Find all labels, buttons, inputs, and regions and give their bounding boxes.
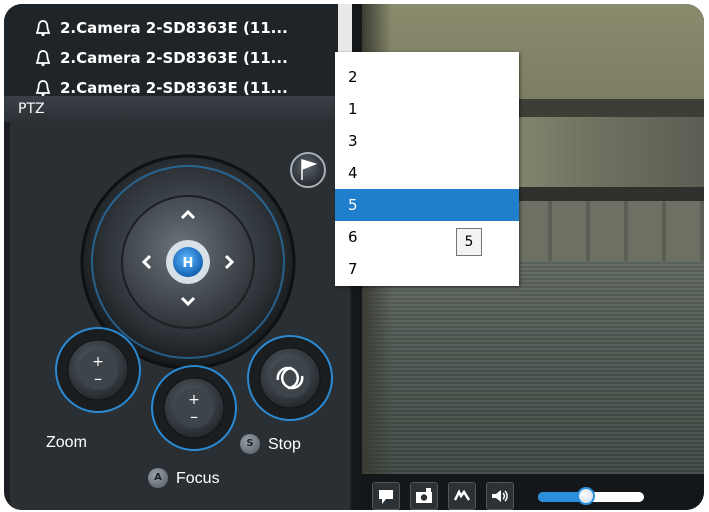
preset-dropdown[interactable]: 2 1 3 4 5 6 7 <box>335 52 519 286</box>
preset-option[interactable]: 3 <box>335 125 519 157</box>
camera-name: 2.Camera 2-SD8363E (11... <box>60 49 288 67</box>
home-button-label: H <box>183 256 194 271</box>
microphone-icon <box>453 489 471 501</box>
preset-option-label: 3 <box>348 132 358 150</box>
volume-slider-thumb[interactable] <box>576 487 595 505</box>
zoom-out-icon[interactable]: – <box>94 369 102 388</box>
camera-list-item[interactable]: 2.Camera 2-SD8363E (11... <box>34 76 288 96</box>
preset-option-label: 6 <box>348 228 358 246</box>
zoom-in-icon[interactable]: + <box>92 354 104 370</box>
camera-icon <box>416 488 432 503</box>
focus-shortcut-icon: A <box>148 468 168 488</box>
stop-label[interactable]: Stop <box>268 436 301 454</box>
preset-option[interactable]: 2 <box>335 61 519 93</box>
app-window: 2.Camera 2-SD8363E (11... 2.Camera 2-SD8… <box>4 4 704 510</box>
stop-shortcut-icon: S <box>240 434 260 454</box>
camera-name: 2.Camera 2-SD8363E (11... <box>60 19 288 37</box>
preset-option-label: 5 <box>348 196 358 214</box>
preset-option-label: 2 <box>348 68 358 86</box>
preset-option[interactable]: 4 <box>335 157 519 189</box>
focus-label: Focus <box>176 470 220 487</box>
camera-name: 2.Camera 2-SD8363E (11... <box>60 79 288 96</box>
preset-tooltip: 5 <box>456 228 482 256</box>
preset-option[interactable]: 6 <box>335 221 519 253</box>
camera-list-item[interactable]: 2.Camera 2-SD8363E (11... <box>34 46 288 70</box>
speaker-icon <box>492 490 508 502</box>
focus-near-icon[interactable]: + <box>188 392 200 408</box>
speech-bubble-icon <box>379 490 393 504</box>
preset-option[interactable]: 1 <box>335 93 519 125</box>
ptz-title: PTZ <box>18 101 45 117</box>
ptz-header: PTZ <box>4 96 352 122</box>
camera-list-item[interactable]: 2.Camera 2-SD8363E (11... <box>34 16 288 40</box>
ptz-panel: H + – + – Zoom S Stop A Focus <box>10 122 350 510</box>
rotate-control[interactable] <box>247 335 333 421</box>
volume-button[interactable] <box>486 482 514 510</box>
video-floor-area <box>362 261 704 474</box>
bell-icon <box>35 50 51 67</box>
talk-button[interactable] <box>448 482 476 510</box>
speech-button[interactable] <box>372 482 400 510</box>
snapshot-button[interactable] <box>410 482 438 510</box>
volume-slider[interactable] <box>538 487 644 505</box>
bell-icon <box>35 80 51 96</box>
preset-option[interactable]: 5 <box>335 189 519 221</box>
bell-icon <box>35 20 51 37</box>
preset-option-label: 1 <box>348 100 358 118</box>
preset-option-label: 7 <box>348 260 358 278</box>
camera-list: 2.Camera 2-SD8363E (11... 2.Camera 2-SD8… <box>4 4 352 96</box>
focus-far-icon[interactable]: – <box>190 407 198 426</box>
zoom-control[interactable]: + – <box>55 327 141 413</box>
zoom-label: Zoom <box>46 434 87 451</box>
preset-button[interactable] <box>290 152 326 188</box>
video-toolbar <box>362 474 704 510</box>
preset-option[interactable]: 7 <box>335 253 519 285</box>
preset-option-label: 4 <box>348 164 358 182</box>
focus-control[interactable]: + – <box>151 365 237 451</box>
